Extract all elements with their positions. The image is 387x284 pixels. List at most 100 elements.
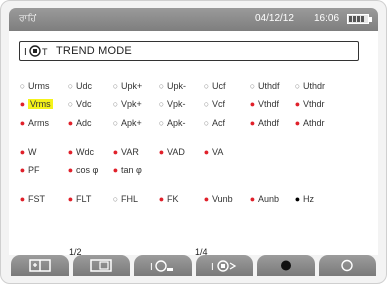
param-label: Vunb <box>212 194 233 204</box>
param-adc[interactable]: ● Adc <box>67 118 92 128</box>
param-vdc[interactable]: ○ Vdc <box>67 99 92 109</box>
svg-text:T: T <box>42 47 48 57</box>
brand-logo: ਰਾਹਿਂ <box>19 13 37 23</box>
screen-button[interactable] <box>72 255 130 276</box>
param-state-icon: ● <box>158 193 165 204</box>
param-vunb[interactable]: ● Vunb <box>203 194 233 204</box>
param-aunb[interactable]: ● Aunb <box>249 194 279 204</box>
param-acf[interactable]: ○ Acf <box>203 118 225 128</box>
param-w[interactable]: ● W <box>19 147 37 157</box>
param-label: Apk+ <box>121 118 142 128</box>
param-label: FLT <box>76 194 92 204</box>
param-label: Vthdr <box>303 99 325 109</box>
page-title: TREND MODE <box>56 45 132 57</box>
record-button[interactable] <box>257 255 315 276</box>
param-urms[interactable]: ○ Urms <box>19 81 50 91</box>
trend-record-button[interactable]: I <box>134 255 192 276</box>
param-label: Acf <box>212 118 226 128</box>
param-upkplus[interactable]: ○ Upk+ <box>112 81 142 91</box>
config-screen-button[interactable] <box>11 255 69 276</box>
param-state-icon: ● <box>19 164 26 175</box>
param-label: FK <box>167 194 179 204</box>
param-fst[interactable]: ● FST <box>19 194 45 204</box>
param-pf[interactable]: ● PF <box>19 165 40 175</box>
param-state-icon: ● <box>249 98 256 109</box>
param-state-icon: ● <box>294 193 301 204</box>
svg-text:I: I <box>24 47 27 58</box>
param-state-icon: ○ <box>203 80 210 91</box>
trend-view-button[interactable]: I <box>195 255 253 276</box>
main-screen: I T TREND MODE ○ Urms ○ Udc ○ Upk+ ○ Upk- ○ Ucf ○ U… <box>9 31 378 257</box>
param-state-icon: ○ <box>112 98 119 109</box>
param-va[interactable]: ● VA <box>203 147 224 157</box>
param-state-icon: ○ <box>158 98 165 109</box>
param-state-icon: ● <box>294 117 301 128</box>
param-state-icon: ● <box>67 164 74 175</box>
param-cos[interactable]: ● cos φ <box>67 164 99 175</box>
param-state-icon: ○ <box>112 80 119 91</box>
param-udc[interactable]: ○ Udc <box>67 81 92 91</box>
trend-mode-icon: I T <box>24 45 48 58</box>
param-vthdr[interactable]: ● Vthdr <box>294 99 325 109</box>
param-label: W <box>28 147 37 157</box>
param-vpk-[interactable]: ○ Vpk- <box>158 99 186 109</box>
param-label: Vrms <box>28 99 53 109</box>
record-dot-icon <box>280 260 291 271</box>
param-vthdf[interactable]: ● Vthdf <box>249 99 279 109</box>
param-apk-[interactable]: ○ Apk- <box>158 118 186 128</box>
param-label: VAR <box>121 147 139 157</box>
param-state-icon: ● <box>19 146 26 157</box>
param-state-icon: ○ <box>294 80 301 91</box>
param-label: Vthdf <box>258 99 280 109</box>
param-athdf[interactable]: ● Athdf <box>249 118 279 128</box>
param-fhl[interactable]: ○ FHL <box>112 194 138 204</box>
param-label: Vdc <box>76 99 92 109</box>
param-tan[interactable]: ● tan φ <box>112 165 142 175</box>
param-arms[interactable]: ● Arms <box>19 118 49 128</box>
param-label: Vpk- <box>167 99 186 109</box>
param-label: FHL <box>121 194 139 204</box>
param-var[interactable]: ● VAR <box>112 147 139 157</box>
param-label: Wdc <box>76 147 94 157</box>
param-vrms[interactable]: ● Vrms <box>19 99 53 109</box>
param-state-icon: ● <box>67 193 74 204</box>
battery-icon <box>347 14 372 24</box>
param-label: Hz <box>303 194 314 204</box>
param-label: Udc <box>76 81 93 91</box>
param-state-icon: ● <box>249 117 256 128</box>
param-upk-[interactable]: ○ Upk- <box>158 81 186 91</box>
param-label: Uthdr <box>303 81 326 91</box>
circle-button[interactable] <box>318 255 376 276</box>
param-label: Vpk+ <box>121 99 142 109</box>
param-athdr[interactable]: ● Athdr <box>294 118 325 128</box>
param-wdc[interactable]: ● Wdc <box>67 147 94 157</box>
param-state-icon: ○ <box>158 117 165 128</box>
param-state-icon: ● <box>19 98 26 109</box>
param-label: Upk- <box>167 81 187 91</box>
param-hz[interactable]: ● Hz <box>294 194 314 204</box>
param-label: FST <box>28 194 45 204</box>
function-button-bar: I I <box>9 255 378 276</box>
param-state-icon: ○ <box>203 117 210 128</box>
param-state-icon: ● <box>67 146 74 157</box>
param-uthdr[interactable]: ○ Uthdr <box>294 81 325 91</box>
param-label: VAD <box>167 147 185 157</box>
param-flt[interactable]: ● FLT <box>67 193 92 204</box>
param-state-icon: ● <box>203 193 210 204</box>
param-label: Adc <box>76 118 92 128</box>
param-state-icon: ○ <box>67 80 74 91</box>
param-state-icon: ○ <box>19 80 26 91</box>
param-ucf[interactable]: ○ Ucf <box>203 81 226 91</box>
status-bar: ਰਾਹਿਂ 04/12/12 16:06 <box>9 8 378 31</box>
param-state-icon: ○ <box>112 117 119 128</box>
param-apkplus[interactable]: ○ Apk+ <box>112 118 142 128</box>
param-vad[interactable]: ● VAD <box>158 147 185 157</box>
param-label: Athdf <box>258 118 280 128</box>
circle-icon <box>341 259 353 272</box>
param-uthdf[interactable]: ○ Uthdf <box>249 81 280 91</box>
param-vpkplus[interactable]: ○ Vpk+ <box>112 99 142 109</box>
param-state-icon: ● <box>112 146 119 157</box>
param-state-icon: ● <box>67 117 74 128</box>
param-fk[interactable]: ● FK <box>158 194 179 204</box>
param-vcf[interactable]: ○ Vcf <box>203 99 225 109</box>
